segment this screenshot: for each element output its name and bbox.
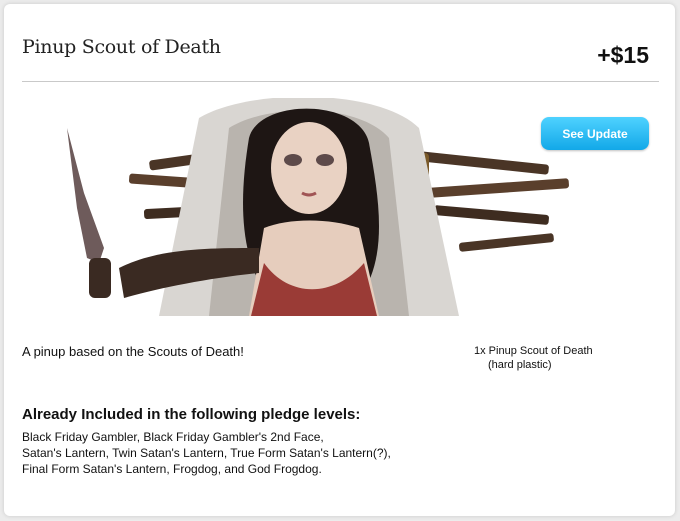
pledge-levels-line: Black Friday Gambler, Black Friday Gambl… — [22, 430, 324, 444]
see-update-button[interactable]: See Update — [541, 117, 649, 150]
dagger-blade — [67, 128, 104, 263]
contents-item: 1x Pinup Scout of Death — [474, 345, 593, 357]
divider — [22, 81, 659, 82]
pinup-artwork-image — [67, 98, 569, 316]
pledge-levels-line: Satan's Lantern, Twin Satan's Lantern, T… — [22, 446, 391, 460]
reward-title: Pinup Scout of Death — [22, 36, 221, 58]
reward-contents: 1x Pinup Scout of Death (hard plastic) — [474, 344, 593, 372]
contents-item-note: (hard plastic) — [488, 359, 552, 371]
pledge-levels-line: Final Form Satan's Lantern, Frogdog, and… — [22, 462, 322, 476]
reward-description: A pinup based on the Scouts of Death! — [22, 344, 244, 359]
reward-card: Pinup Scout of Death +$15 See Update A p… — [4, 4, 675, 516]
pledge-levels-heading: Already Included in the following pledge… — [22, 406, 361, 423]
pledge-levels-list: Black Friday Gambler, Black Friday Gambl… — [22, 429, 391, 477]
reward-price: +$15 — [597, 42, 649, 68]
